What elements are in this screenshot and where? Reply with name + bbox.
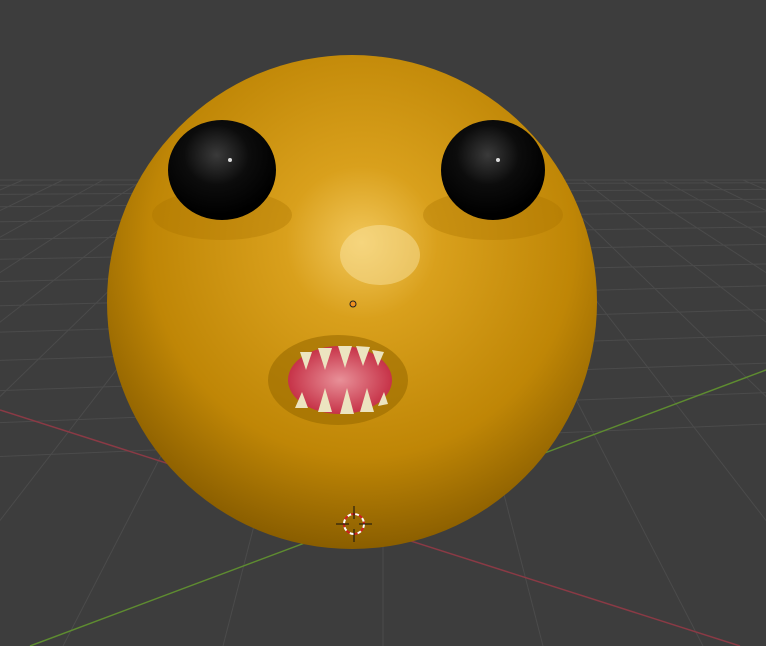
body-highlight xyxy=(340,225,420,285)
grid-line xyxy=(0,179,104,238)
left-eye xyxy=(168,120,276,220)
object-origin-dot[interactable] xyxy=(349,300,357,308)
right-eye xyxy=(441,120,545,220)
eye-reflection xyxy=(228,158,232,162)
viewport-canvas[interactable] xyxy=(0,0,766,646)
grid-line xyxy=(742,179,766,191)
3d-viewport[interactable] xyxy=(0,0,766,646)
eye-reflection xyxy=(496,158,500,162)
grid-line xyxy=(622,179,766,274)
sphere-face-model[interactable] xyxy=(107,55,597,549)
grid-line xyxy=(582,179,766,323)
grid-line xyxy=(702,179,766,212)
grid-line xyxy=(662,179,766,238)
